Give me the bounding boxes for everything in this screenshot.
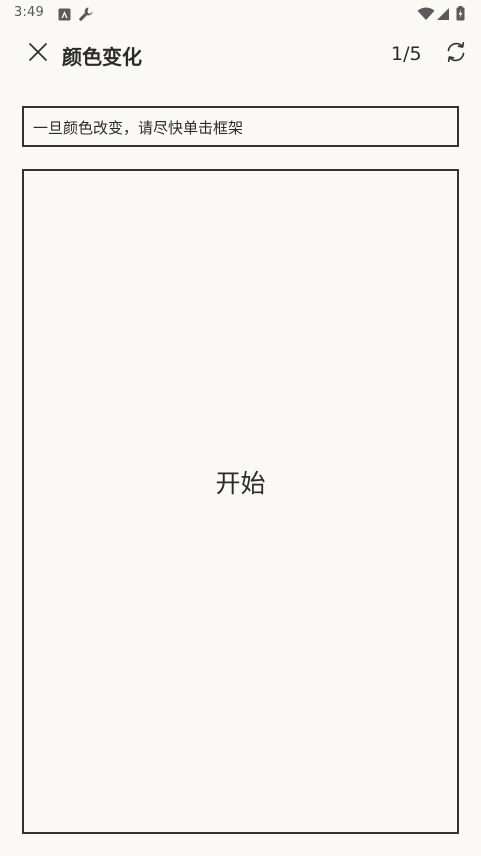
wifi-icon [417, 6, 435, 20]
close-button[interactable] [22, 38, 54, 70]
cell-signal-icon [436, 6, 450, 20]
battery-icon [456, 6, 470, 21]
restart-icon [444, 40, 468, 68]
progress-counter: 1/5 [391, 43, 422, 65]
instruction-box: 一旦颜色改变，请尽快单击框架 [22, 106, 459, 147]
accessibility-icon [58, 6, 72, 21]
page-title: 颜色变化 [62, 45, 142, 69]
app-bar: 颜色变化 1/5 [0, 28, 481, 82]
close-icon [28, 42, 48, 66]
restart-button[interactable] [440, 38, 472, 70]
reaction-frame[interactable]: 开始 [22, 169, 459, 834]
instruction-text: 一旦颜色改变，请尽快单击框架 [33, 119, 244, 137]
wrench-icon [78, 6, 93, 21]
status-time: 3:49 [14, 5, 44, 20]
start-label: 开始 [215, 469, 266, 498]
status-bar: 3:49 [0, 0, 481, 28]
